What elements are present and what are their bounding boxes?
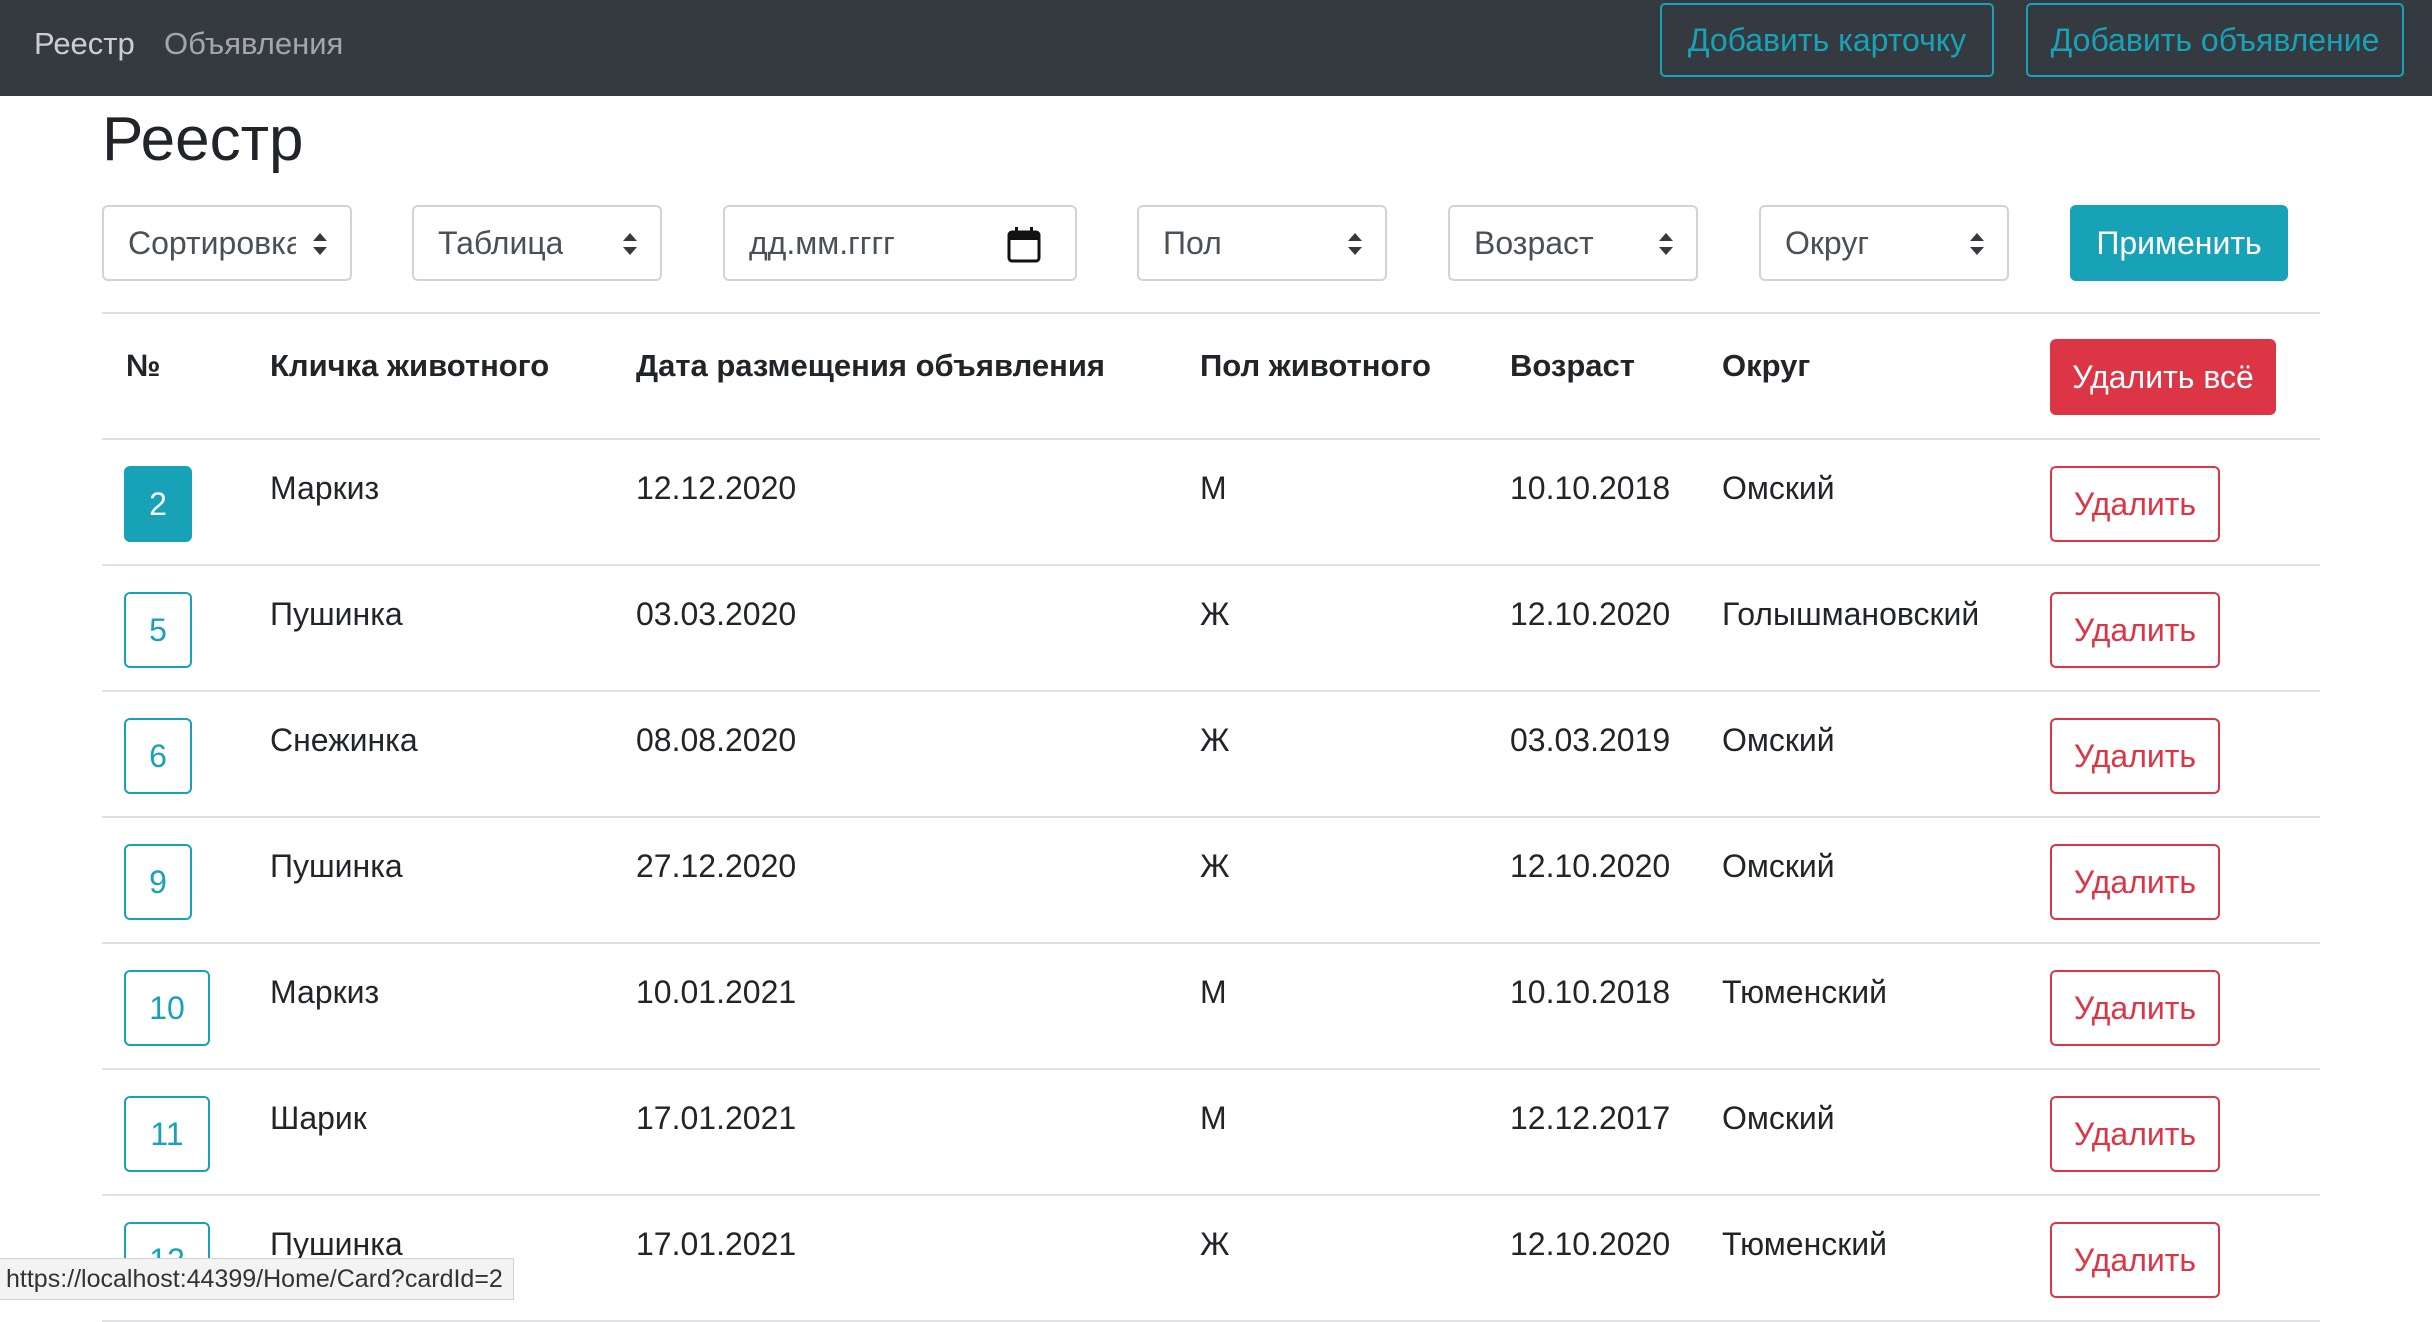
table-row: 5 Пушинка 03.03.2020 Ж 12.10.2020 Голышмановс… (102, 566, 2320, 692)
add-ad-button[interactable]: Добавить объявление (2026, 3, 2404, 77)
delete-button[interactable]: Удалить (2050, 466, 2220, 542)
card-id-button[interactable]: 11 (124, 1096, 210, 1172)
cell-pet-name: Снежинка (270, 722, 418, 758)
age-select[interactable]: Возраст (1448, 205, 1698, 281)
cell-gender: Ж (1200, 848, 1230, 884)
calendar-icon[interactable] (1007, 227, 1041, 263)
cell-age: 12.10.2020 (1510, 596, 1671, 632)
cell-post-date: 17.01.2021 (636, 1226, 797, 1262)
cell-post-date: 17.01.2021 (636, 1100, 797, 1136)
delete-button[interactable]: Удалить (2050, 718, 2220, 794)
cell-gender: Ж (1200, 1226, 1230, 1262)
table-select[interactable]: Таблица (412, 205, 662, 281)
table-top-border (102, 312, 2320, 314)
cell-gender: М (1200, 470, 1227, 506)
cell-age: 12.10.2020 (1510, 848, 1671, 884)
cell-age: 10.10.2018 (1510, 974, 1671, 1010)
card-id-button[interactable]: 6 (124, 718, 192, 794)
delete-button[interactable]: Удалить (2050, 844, 2220, 920)
cell-district: Тюменский (1722, 974, 1887, 1010)
table-row: 11 Шарик 17.01.2021 М 12.12.2017 Омский Удалит… (102, 1070, 2320, 1196)
cell-pet-name: Шарик (270, 1100, 367, 1136)
cell-pet-name: Маркиз (270, 974, 380, 1010)
delete-all-button[interactable]: Удалить всё (2050, 339, 2276, 415)
select-arrows-icon (623, 233, 637, 255)
page-title: Реестр (102, 105, 304, 174)
table-row: 6 Снежинка 08.08.2020 Ж 03.03.2019 Омский Удал… (102, 692, 2320, 818)
table-row: 9 Пушинка 27.12.2020 Ж 12.10.2020 Омский Удали… (102, 818, 2320, 944)
card-id-button[interactable]: 2 (124, 466, 192, 542)
cell-district: Тюменский (1722, 1226, 1887, 1262)
delete-button[interactable]: Удалить (2050, 592, 2220, 668)
date-input[interactable]: дд.мм.гггг (723, 205, 1077, 281)
delete-button[interactable]: Удалить (2050, 1222, 2220, 1298)
delete-button[interactable]: Удалить (2050, 970, 2220, 1046)
cell-district: Омский (1722, 848, 1835, 884)
cell-gender: М (1200, 1100, 1227, 1136)
sort-select[interactable]: Сортировка (102, 205, 352, 281)
apply-button[interactable]: Применить (2070, 205, 2288, 281)
cell-age: 10.10.2018 (1510, 470, 1671, 506)
header-age: Возраст (1510, 348, 1635, 383)
card-id-button[interactable]: 5 (124, 592, 192, 668)
gender-select[interactable]: Пол (1137, 205, 1387, 281)
cell-pet-name: Маркиз (270, 470, 380, 506)
cell-district: Омский (1722, 1100, 1835, 1136)
cell-district: Голышмановский (1722, 596, 1980, 632)
card-id-button[interactable]: 10 (124, 970, 210, 1046)
add-card-button[interactable]: Добавить карточку (1660, 3, 1994, 77)
header-gender: Пол животного (1200, 348, 1431, 383)
status-bar-url: https://localhost:44399/Home/Card?cardId… (0, 1258, 514, 1300)
cell-age: 12.10.2020 (1510, 1226, 1671, 1262)
select-arrows-icon (1348, 233, 1362, 255)
select-arrows-icon (313, 233, 327, 255)
table-row: 10 Маркиз 10.01.2021 М 10.10.2018 Тюменский Уд… (102, 944, 2320, 1070)
cell-gender: Ж (1200, 722, 1230, 758)
header-name: Кличка животного (270, 348, 550, 383)
table-row: 2 Маркиз 12.12.2020 М 10.10.2018 Омский Удалит… (102, 440, 2320, 566)
cell-post-date: 10.01.2021 (636, 974, 797, 1010)
delete-button[interactable]: Удалить (2050, 1096, 2220, 1172)
cell-gender: Ж (1200, 596, 1230, 632)
cell-district: Омский (1722, 722, 1835, 758)
header-district: Округ (1722, 348, 1811, 383)
cell-pet-name: Пушинка (270, 848, 403, 884)
select-arrows-icon (1970, 233, 1984, 255)
cell-post-date: 12.12.2020 (636, 470, 797, 506)
cell-age: 03.03.2019 (1510, 722, 1671, 758)
cell-post-date: 27.12.2020 (636, 848, 797, 884)
header-date: Дата размещения объявления (636, 348, 1106, 383)
nav-link-registry[interactable]: Реестр (34, 24, 135, 64)
select-arrows-icon (1659, 233, 1673, 255)
cell-gender: М (1200, 974, 1227, 1010)
cell-post-date: 08.08.2020 (636, 722, 797, 758)
cell-pet-name: Пушинка (270, 596, 403, 632)
header-number: № (126, 348, 161, 383)
cell-district: Омский (1722, 470, 1835, 506)
cell-post-date: 03.03.2020 (636, 596, 797, 632)
nav-link-ads[interactable]: Объявления (164, 24, 343, 64)
navbar: Реестр Объявления Добавить карточку Доба… (0, 0, 2432, 96)
cell-age: 12.12.2017 (1510, 1100, 1671, 1136)
district-select[interactable]: Округ (1759, 205, 2009, 281)
card-id-button[interactable]: 9 (124, 844, 192, 920)
